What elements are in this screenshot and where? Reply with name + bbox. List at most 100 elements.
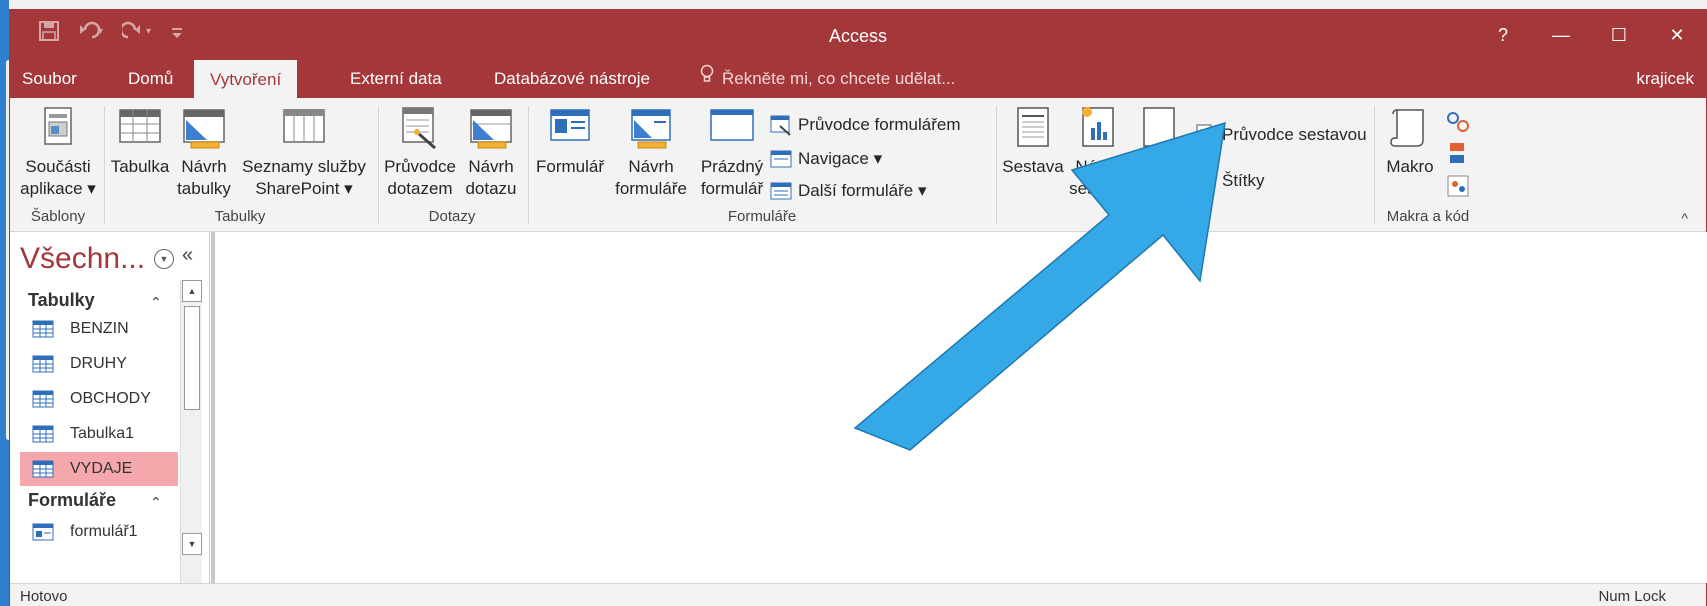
table-design-icon [183,109,225,149]
labels-label: Štítky [1222,171,1265,190]
table-icon [32,355,54,373]
application-parts-button[interactable]: Součásti aplikace ▾ [20,104,96,200]
nav-item-label: Tabulka1 [70,425,135,442]
tell-me-text: Řekněte mi, co chcete udělat... [722,69,956,88]
navigation-button[interactable]: Navigace ▾ [770,148,882,170]
table-design-button[interactable]: Návrh tabulky [174,104,234,200]
nav-item-table[interactable]: Tabulka1 [20,417,178,451]
group-separator [1374,106,1375,224]
nav-item-table-selected[interactable]: VYDAJE [20,452,178,486]
tab-home[interactable]: Domů [128,60,173,98]
nav-item-table[interactable]: BENZIN [20,312,178,346]
group-separator [378,106,379,224]
tab-file[interactable]: Soubor [22,60,77,98]
help-button[interactable]: ? [1474,10,1532,60]
more-forms-label: Další formuláře ▾ [798,181,927,200]
navigation-pane: Všechn... ▼ « Tabulky ⌃ BENZIN DRUHY OBC… [10,232,210,583]
report-design-icon [1082,107,1114,147]
window-title: Access [828,26,888,46]
query-wizard-button[interactable]: Průvodce dotazem [382,104,458,200]
report-icon [1017,107,1049,147]
nav-item-table[interactable]: OBCHODY [20,382,178,416]
report-wizard-label: Průvodce sestavou [1222,125,1367,144]
tab-external-data[interactable]: Externí data [350,60,442,98]
report-wizard-button[interactable]: Průvodce sestavou [1194,124,1367,146]
application-parts-label-1: Součásti [25,157,91,176]
sharepoint-lists-label-1: Seznamy služby [242,157,366,176]
macro-button[interactable]: Makro [1380,104,1440,178]
tell-me-box[interactable]: Řekněte mi, co chcete udělat... [700,60,955,98]
nav-item-label: DRUHY [70,355,127,372]
form-design-button[interactable]: Návrh formuláře [610,104,692,200]
nav-item-label: formulář1 [70,523,138,540]
more-forms-button[interactable]: Další formuláře ▾ [770,180,927,202]
close-button[interactable]: ✕ [1648,10,1706,60]
nav-item-table[interactable]: DRUHY [20,347,178,381]
table-icon [32,425,54,443]
group-separator [528,106,529,224]
user-name[interactable]: krajicek [1636,60,1694,98]
group-separator [996,106,997,224]
query-design-icon [470,109,512,149]
application-parts-label-2: aplikace ▾ [20,179,96,198]
blank-form-label-2: formulář [700,179,764,198]
report-button[interactable]: Sestava [1000,104,1066,178]
form-label: Formulář [535,157,604,176]
tab-create[interactable]: Vytvoření [194,60,298,98]
minimize-button[interactable]: — [1532,10,1590,60]
nav-group-forms[interactable]: Formuláře [28,490,116,511]
nav-scrollbar[interactable]: ▲ ▼ [180,280,202,583]
visual-basic-button[interactable] [1442,172,1474,200]
scroll-thumb[interactable] [184,306,200,410]
scroll-down-icon[interactable]: ▼ [182,533,202,555]
collapse-ribbon-button[interactable]: ^ [1681,210,1688,226]
report-wizard-icon [1196,124,1215,146]
nav-menu-chevron-icon[interactable]: ▼ [154,249,174,269]
form-wizard-label: Průvodce formulářem [798,115,961,134]
macro-scroll-icon [1390,109,1424,147]
query-wizard-label-1: Průvodce [384,157,456,176]
query-wizard-icon [402,107,436,150]
blank-report-icon [1143,107,1175,147]
form-design-icon [631,109,671,149]
class-module-button[interactable] [1442,140,1474,168]
form-wizard-icon [770,115,791,136]
access-window: ▾ ▾ Access ? — ☐ ✕ Soubor Domů Vytvoření… [9,9,1707,606]
form-button[interactable]: Formulář [532,104,608,178]
module-button[interactable] [1442,108,1474,136]
query-wizard-label-2: dotazem [387,179,453,198]
nav-shutter-button[interactable]: « [182,244,193,267]
more-forms-icon [770,182,792,200]
nav-item-label: BENZIN [70,320,129,337]
ribbon: Součásti aplikace ▾ Šablony Tabulka Návr… [10,98,1706,232]
document-workspace[interactable] [211,232,1707,583]
nav-group-collapse-icon[interactable]: ⌃ [150,294,162,311]
nav-item-form[interactable]: formulář1 [20,515,178,549]
sharepoint-lists-button[interactable]: Seznamy služby SharePoint ▾ [236,104,372,200]
labels-button[interactable]: Štítky [1194,170,1265,192]
navigation-label: Navigace ▾ [798,149,883,168]
group-tables-label: Tabulky [214,208,266,225]
ribbon-tabs: Soubor Domů Vytvoření Externí data Datab… [10,60,1706,98]
nav-pane-title[interactable]: Všechn... [20,242,145,276]
blank-form-button[interactable]: Prázdný formulář [696,104,768,200]
form-design-label-2: formuláře [615,179,687,198]
group-reports-label: Sestavy [1156,208,1210,225]
nav-group-collapse-icon[interactable]: ⌃ [150,494,162,511]
slide-accent-bar [0,0,11,606]
table-button[interactable]: Tabulka [108,104,172,178]
group-forms-label: Formuláře [727,208,797,225]
window-controls: ? — ☐ ✕ [1474,10,1706,60]
tab-database-tools[interactable]: Databázové nástroje [494,60,650,98]
group-macros-label: Makra a kód [1386,208,1470,225]
form-wizard-button[interactable]: Průvodce formulářem [770,114,961,136]
nav-group-tables[interactable]: Tabulky [28,290,95,311]
table-label: Tabulka [110,157,170,176]
query-design-button[interactable]: Návrh dotazu [460,104,522,200]
maximize-button[interactable]: ☐ [1590,10,1648,60]
scroll-up-icon[interactable]: ▲ [182,280,202,302]
form-icon [550,109,590,141]
report-design-button[interactable]: Návrh sestavy [1068,104,1128,200]
query-design-label-2: dotazu [465,179,517,198]
blank-report-button[interactable] [1134,104,1184,156]
